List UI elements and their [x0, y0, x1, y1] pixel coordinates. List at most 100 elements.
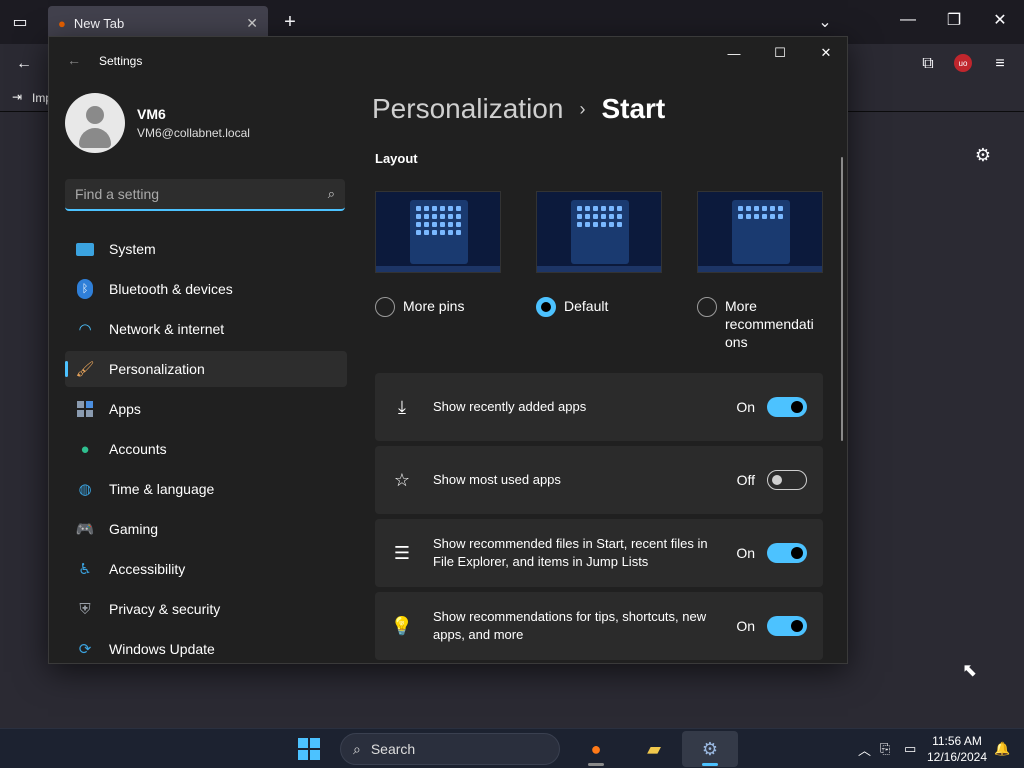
search-icon: ⌕ — [353, 740, 361, 757]
setting-label: Show most used apps — [433, 472, 561, 487]
clock-time: 11:56 AM — [932, 734, 982, 748]
layout-preview-thumbnail[interactable] — [375, 191, 501, 273]
search-icon[interactable]: ⌕ — [328, 186, 335, 202]
sidebar-item-network[interactable]: ◠ Network & internet — [65, 311, 347, 347]
windows-start-icon[interactable] — [298, 738, 320, 760]
taskbar-clock[interactable]: 11:56 AM 12/16/2024 — [924, 733, 990, 765]
sidebar-item-windows-update[interactable]: ⟳ Windows Update — [65, 631, 347, 663]
radio-more-pins[interactable] — [375, 297, 395, 317]
accessibility-icon: ♿ — [78, 561, 92, 578]
list-icon: ☰ — [393, 542, 411, 563]
sidebar-item-bluetooth[interactable]: ᛒ Bluetooth & devices — [65, 271, 347, 307]
browser-close-icon[interactable]: ✕ — [990, 10, 1010, 30]
setting-label: Show recommendations for tips, shortcuts… — [433, 609, 707, 642]
layout-option-default[interactable]: Default — [536, 191, 662, 317]
new-tab-button[interactable]: + — [280, 11, 300, 33]
sidebar-item-label: Accessibility — [109, 561, 186, 577]
toggle-state-text: On — [736, 618, 755, 634]
browser-restore-icon[interactable]: ❐ — [944, 10, 964, 30]
tab-overflow-icon[interactable]: ⌄ — [815, 12, 835, 32]
sidebar-item-personalization[interactable]: 🖌 Personalization — [65, 351, 347, 387]
close-button[interactable]: ✕ — [803, 37, 847, 69]
monitor-icon — [75, 239, 95, 259]
bluetooth-icon: ᛒ — [75, 279, 95, 299]
taskbar-firefox[interactable]: ● — [568, 731, 624, 767]
wifi-icon: ◠ — [78, 321, 92, 338]
brush-icon: 🖌 — [75, 361, 95, 378]
settings-search[interactable]: ⌕ — [65, 179, 345, 211]
ublock-icon[interactable]: uo — [954, 54, 972, 72]
toggle-switch[interactable] — [767, 397, 807, 417]
user-profile[interactable]: VM6 VM6@collabnet.local — [65, 93, 250, 153]
tray-chevron-icon[interactable]: ︿ — [858, 729, 871, 768]
layout-option-more-pins[interactable]: More pins — [375, 191, 501, 317]
sidebar-item-label: Apps — [109, 401, 141, 417]
toggle-switch[interactable] — [767, 543, 807, 563]
radio-label: More pins — [403, 298, 465, 314]
taskbar-file-explorer[interactable]: ▰ — [626, 731, 682, 767]
sidebar-item-label: Time & language — [109, 481, 215, 497]
controller-icon: 🎮 — [75, 521, 95, 538]
star-icon: ☆ — [393, 469, 411, 490]
settings-window: ← Settings — ☐ ✕ VM6 VM6@collabnet.local… — [48, 36, 848, 664]
chevron-right-icon: › — [579, 98, 586, 119]
lightbulb-icon: 💡 — [390, 615, 414, 636]
tab-title: New Tab — [73, 15, 125, 31]
windows-taskbar: ⌕ Search ● ▰ ⚙ ︿ ⎘ ▭ 11:56 AM 12/16/2024… — [0, 728, 1024, 768]
radio-default[interactable] — [536, 297, 556, 317]
minimize-button[interactable]: — — [711, 37, 757, 69]
breadcrumb-parent[interactable]: Personalization — [372, 93, 563, 125]
profile-name: VM6 — [137, 106, 166, 122]
sidebar-item-privacy[interactable]: ⛨ Privacy & security — [65, 591, 347, 627]
sidebar-item-gaming[interactable]: 🎮 Gaming — [65, 511, 347, 547]
sidebar-item-label: Network & internet — [109, 321, 225, 337]
mouse-cursor-icon: ⬉ — [962, 660, 978, 680]
page-title: Start — [601, 93, 666, 124]
radio-label: More recommendati ons — [725, 298, 814, 350]
setting-recently-added-apps: ⤓ Show recently added apps On — [375, 373, 823, 441]
sidebar-item-system[interactable]: System — [65, 231, 347, 267]
menu-icon[interactable]: ≡ — [990, 54, 1010, 74]
back-arrow-icon[interactable]: ← — [65, 51, 83, 69]
sidebar-item-accessibility[interactable]: ♿ Accessibility — [65, 551, 347, 587]
notification-bell-icon[interactable]: 🔔 — [994, 729, 1010, 768]
layout-preview-thumbnail[interactable] — [697, 191, 823, 273]
tab-close-icon[interactable]: ✕ — [246, 15, 258, 32]
sidebar-item-accounts[interactable]: ● Accounts — [65, 431, 347, 467]
sidebar-item-label: System — [109, 241, 156, 257]
apps-icon — [75, 399, 95, 419]
back-icon[interactable]: ← — [14, 54, 34, 74]
taskbar-settings[interactable]: ⚙ — [682, 731, 738, 767]
toggle-switch[interactable] — [767, 470, 807, 490]
gear-icon: ⚙ — [701, 738, 719, 759]
sidebar-item-label: Privacy & security — [109, 601, 221, 617]
sidebar-item-apps[interactable]: Apps — [65, 391, 347, 427]
globe-clock-icon: ◍ — [78, 481, 92, 498]
import-icon[interactable]: ⇥ — [12, 90, 22, 104]
firefox-icon: ● — [590, 738, 602, 759]
browser-minimize-icon[interactable]: — — [898, 10, 918, 30]
search-input[interactable] — [75, 186, 328, 202]
layout-option-more-recommendations[interactable]: More recommendati ons — [697, 191, 823, 351]
display-icon[interactable]: ▭ — [904, 729, 916, 768]
sidebar-item-label: Personalization — [109, 361, 205, 377]
radio-label: Default — [564, 298, 609, 314]
extensions-icon[interactable]: ⧉ — [918, 54, 938, 74]
radio-more-recommendations[interactable] — [697, 297, 717, 317]
active-indicator — [702, 763, 718, 766]
firefox-icon: ● — [58, 15, 66, 31]
maximize-button[interactable]: ☐ — [757, 37, 803, 69]
newtab-settings-gear-icon[interactable]: ⚙ — [972, 144, 994, 166]
sidebar-item-time-language[interactable]: ◍ Time & language — [65, 471, 347, 507]
scrollbar[interactable] — [841, 157, 843, 441]
layout-section-title: Layout — [375, 151, 418, 166]
network-icon[interactable]: ⎘ — [880, 729, 890, 768]
tab-list-icon[interactable]: ▭ — [10, 12, 30, 32]
toggle-state-text: On — [736, 545, 755, 561]
window-title: Settings — [99, 54, 143, 68]
browser-tab[interactable]: ● New Tab ✕ — [48, 6, 268, 40]
taskbar-search[interactable]: ⌕ Search — [340, 733, 560, 765]
toggle-state-text: On — [736, 399, 755, 415]
layout-preview-thumbnail[interactable] — [536, 191, 662, 273]
toggle-switch[interactable] — [767, 616, 807, 636]
